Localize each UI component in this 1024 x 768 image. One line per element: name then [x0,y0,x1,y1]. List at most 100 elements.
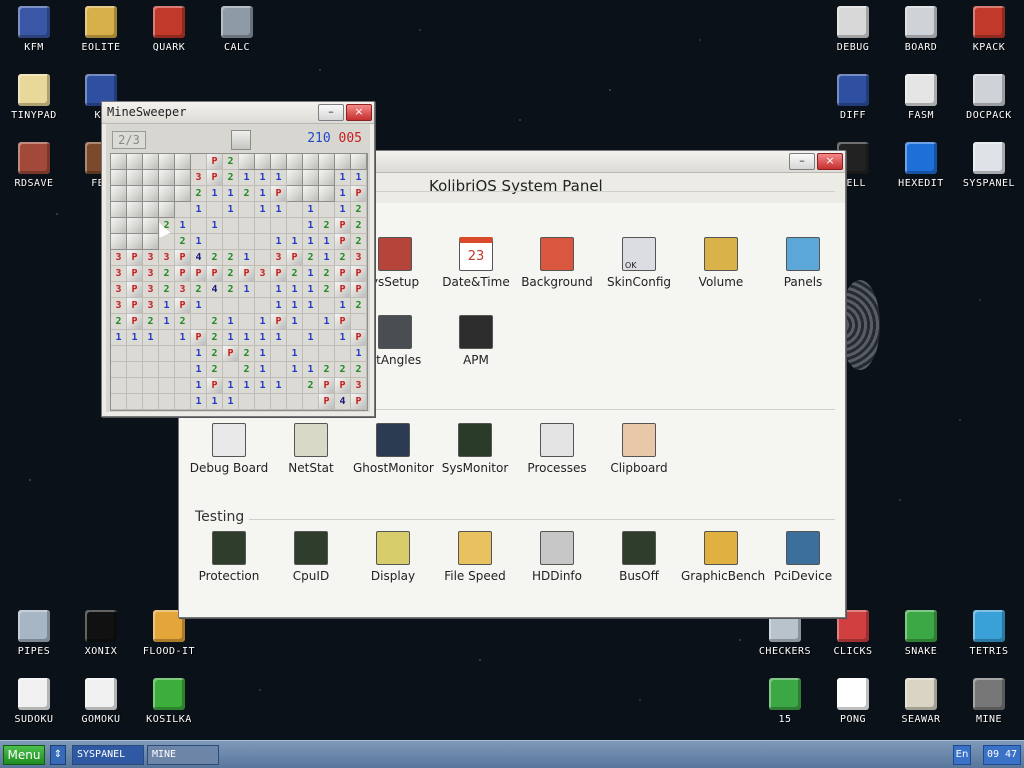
mine-cell[interactable]: P [207,266,223,282]
minimize-button[interactable]: – [789,153,815,170]
mine-cell[interactable]: 3 [111,250,127,266]
mine-cell[interactable]: 1 [271,282,287,298]
desktop-icon-seawar[interactable]: SEAWAR [888,672,954,732]
mine-cell[interactable]: P [351,282,367,298]
mine-cell[interactable]: 2 [207,362,223,378]
panel-item-date-time[interactable]: 23 Date&Time [436,237,516,289]
mine-cell[interactable]: P [287,250,303,266]
panel-item-ghostmonitor[interactable]: GhostMonitor [353,423,434,475]
desktop-icon-pipes[interactable]: PIPES [1,604,67,664]
mine-cell[interactable]: 1 [223,378,239,394]
panel-item-volume[interactable]: Volume [681,237,761,289]
mine-cell[interactable]: 1 [287,298,303,314]
mine-cell[interactable] [143,378,159,394]
panel-item-display[interactable]: Display [353,531,433,583]
mine-cell[interactable]: 1 [191,298,207,314]
mine-cell[interactable] [143,186,159,202]
mine-cell[interactable]: 1 [303,330,319,346]
desktop-icon-eolite[interactable]: EOLITE [68,0,134,60]
mine-cell[interactable]: 1 [191,234,207,250]
mine-cell[interactable]: 2 [223,282,239,298]
mine-cell[interactable] [303,394,319,410]
mine-cell[interactable] [335,346,351,362]
desktop-icon-hexedit[interactable]: HEXEDIT [888,136,954,196]
mine-cell[interactable] [127,394,143,410]
mine-cell[interactable]: 1 [223,186,239,202]
mine-cell[interactable]: 3 [111,266,127,282]
panel-item-clipboard[interactable]: Clipboard [599,423,679,475]
mine-cell[interactable] [191,154,207,170]
mine-cell[interactable]: 2 [319,218,335,234]
mine-cell[interactable] [319,186,335,202]
mine-cell[interactable] [143,234,159,250]
mine-cell[interactable] [127,378,143,394]
mine-cell[interactable]: 3 [175,282,191,298]
desktop-icon-mine[interactable]: MINE [956,672,1022,732]
mine-cell[interactable]: 1 [207,186,223,202]
mine-cell[interactable] [175,346,191,362]
mine-cell[interactable]: 1 [287,346,303,362]
mine-cell[interactable]: 3 [159,250,175,266]
mine-cell[interactable] [159,346,175,362]
mine-cell[interactable] [159,378,175,394]
mine-cell[interactable] [271,218,287,234]
mine-cell[interactable]: 1 [335,298,351,314]
mine-cell[interactable]: 2 [287,266,303,282]
mine-cell[interactable]: 1 [271,330,287,346]
mine-cell[interactable] [111,362,127,378]
mine-cell[interactable]: 1 [303,266,319,282]
mine-cell[interactable]: 3 [143,250,159,266]
mine-cell[interactable] [127,362,143,378]
task-syspanel[interactable]: SYSPANEL [72,745,144,765]
mine-cell[interactable]: P [207,378,223,394]
mine-cell[interactable] [207,234,223,250]
mine-cell[interactable]: P [127,282,143,298]
mine-cell[interactable] [143,362,159,378]
mine-cell[interactable] [319,154,335,170]
mine-cell[interactable] [127,170,143,186]
mine-cell[interactable]: 3 [351,378,367,394]
mine-cell[interactable]: 1 [271,170,287,186]
mine-cell[interactable]: P [335,218,351,234]
desktop-icon-kfm[interactable]: KFM [1,0,67,60]
desktop-icon-diff[interactable]: DIFF [820,68,886,128]
mine-cell[interactable]: 3 [271,250,287,266]
mine-cell[interactable] [175,378,191,394]
mine-cell[interactable] [287,170,303,186]
mine-cell[interactable]: 1 [271,202,287,218]
mine-cell[interactable]: 3 [111,282,127,298]
mine-cell[interactable] [143,394,159,410]
mine-cell[interactable] [207,202,223,218]
desktop-icon-kpack[interactable]: KPACK [956,0,1022,60]
mine-cell[interactable] [287,154,303,170]
mine-cell[interactable]: 1 [271,378,287,394]
mine-cell[interactable] [111,170,127,186]
mine-cell[interactable] [191,218,207,234]
mine-cell[interactable] [303,170,319,186]
mine-cell[interactable] [111,186,127,202]
mine-cell[interactable] [175,154,191,170]
minefield[interactable]: P23P21111121121P1P111111221112P2211111P2… [110,153,368,411]
desktop-icon-fasm[interactable]: FASM [888,68,954,128]
mine-cell[interactable] [127,202,143,218]
mine-cell[interactable]: 2 [159,266,175,282]
mine-cell[interactable] [287,202,303,218]
mine-cell[interactable] [207,298,223,314]
mine-cell[interactable] [351,314,367,330]
mine-cell[interactable]: 1 [191,346,207,362]
mine-cell[interactable]: 2 [191,186,207,202]
mine-cell[interactable] [255,250,271,266]
mine-cell[interactable]: P [319,378,335,394]
panel-item-cpuid[interactable]: CpuID [271,531,351,583]
mine-cell[interactable] [143,170,159,186]
mine-cell[interactable]: 1 [287,282,303,298]
panel-item-panels[interactable]: Panels [763,237,843,289]
mine-cell[interactable]: P [271,186,287,202]
mine-cell[interactable]: 3 [143,282,159,298]
mine-cell[interactable]: 1 [175,330,191,346]
mine-cell[interactable]: 2 [223,170,239,186]
mine-cell[interactable] [239,154,255,170]
mine-cell[interactable] [111,346,127,362]
mine-cell[interactable]: P [335,282,351,298]
mine-cell[interactable]: 1 [335,170,351,186]
